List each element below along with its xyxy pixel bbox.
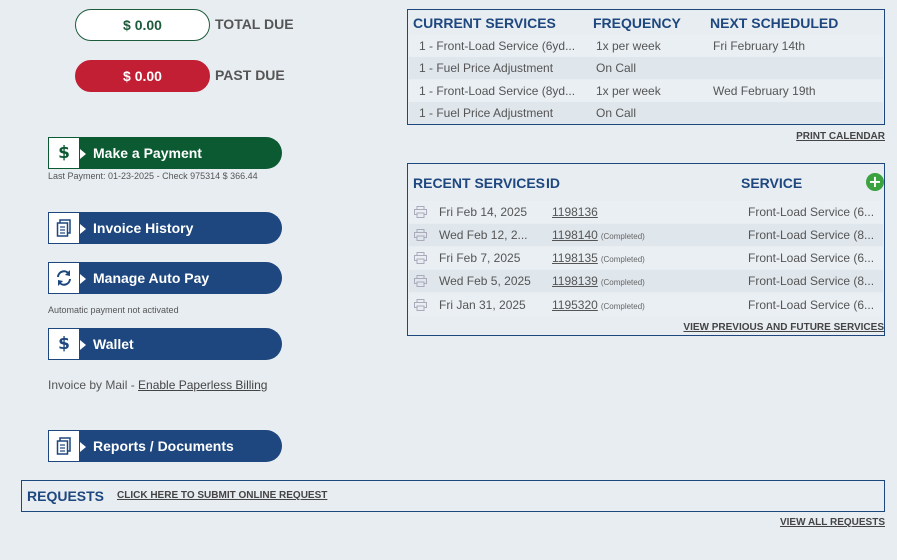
printer-icon[interactable] — [414, 299, 427, 314]
service-id-link[interactable]: 1198139 — [552, 274, 598, 288]
service-id-link[interactable]: 1198140 — [552, 228, 598, 242]
submit-request-link[interactable]: CLICK HERE TO SUBMIT ONLINE REQUEST — [117, 490, 327, 501]
service-id-link[interactable]: 1195320 — [552, 298, 598, 312]
service-frequency: 1x per week — [596, 84, 661, 98]
service-frequency: 1x per week — [596, 39, 661, 53]
service-type: Front-Load Service (8... — [748, 228, 875, 242]
service-id-link[interactable]: 1198136 — [552, 205, 598, 219]
invoice-by-mail-line: Invoice by Mail - Enable Paperless Billi… — [48, 378, 267, 392]
recent-services-header: RECENT SERVICES — [413, 175, 545, 191]
dollar-icon: $ — [48, 328, 86, 360]
service-date: Wed Feb 12, 2... — [439, 228, 528, 242]
table-row: Fri Feb 7, 2025 1198135 (Completed) Front… — [409, 247, 883, 269]
printer-icon[interactable] — [414, 206, 427, 221]
last-payment-note: Last Payment: 01-23-2025 - Check 975314 … — [48, 171, 258, 181]
past-due-label: PAST DUE — [215, 67, 285, 83]
manage-auto-pay-button[interactable]: Manage Auto Pay — [48, 262, 282, 294]
invoice-history-button[interactable]: Invoice History — [48, 212, 282, 244]
service-type: Front-Load Service (6... — [748, 298, 875, 312]
document-icon — [48, 430, 86, 462]
view-all-requests-link[interactable]: VIEW ALL REQUESTS — [780, 517, 885, 528]
auto-pay-note: Automatic payment not activated — [48, 305, 179, 315]
service-header: SERVICE — [741, 175, 803, 191]
id-header: ID — [546, 175, 560, 191]
add-service-button[interactable]: + — [866, 173, 884, 191]
make-payment-button[interactable]: $ Make a Payment — [48, 137, 282, 169]
table-row: 1 - Front-Load Service (8yd... 1x per we… — [409, 80, 883, 102]
service-next: Wed February 19th — [713, 84, 816, 98]
manage-auto-pay-label: Manage Auto Pay — [93, 270, 210, 286]
enable-paperless-link[interactable]: Enable Paperless Billing — [138, 378, 267, 392]
current-services-panel: CURRENT SERVICES FREQUENCY NEXT SCHEDULE… — [407, 9, 885, 125]
requests-bar: REQUESTS CLICK HERE TO SUBMIT ONLINE REQ… — [21, 480, 885, 512]
table-row: Wed Feb 12, 2... 1198140 (Completed) Fron… — [409, 224, 883, 246]
service-date: Wed Feb 5, 2025 — [439, 274, 531, 288]
service-next: Fri February 14th — [713, 39, 806, 53]
wallet-button[interactable]: $ Wallet — [48, 328, 282, 360]
printer-icon[interactable] — [414, 229, 427, 244]
dollar-icon: $ — [48, 137, 86, 169]
table-row: 1 - Fuel Price Adjustment On Call — [409, 57, 883, 79]
service-status: (Completed) — [600, 302, 645, 311]
service-type: Front-Load Service (6... — [748, 205, 875, 219]
wallet-label: Wallet — [93, 336, 134, 352]
document-icon — [48, 212, 86, 244]
table-row: Wed Feb 5, 2025 1198139 (Completed) Front… — [409, 270, 883, 292]
service-date: Fri Jan 31, 2025 — [439, 298, 526, 312]
service-date: Fri Feb 14, 2025 — [439, 205, 528, 219]
recent-services-panel: RECENT SERVICES ID SERVICE + Fri Feb 14,… — [407, 163, 885, 336]
next-scheduled-header: NEXT SCHEDULED — [710, 15, 839, 31]
total-due-label: TOTAL DUE — [215, 16, 294, 32]
service-name: 1 - Fuel Price Adjustment — [419, 61, 554, 75]
printer-icon[interactable] — [414, 275, 427, 290]
service-frequency: On Call — [596, 106, 637, 120]
service-date: Fri Feb 7, 2025 — [439, 251, 521, 265]
table-row: 1 - Front-Load Service (6yd... 1x per we… — [409, 35, 883, 57]
service-name: 1 - Front-Load Service (6yd... — [419, 39, 576, 53]
current-services-header: CURRENT SERVICES — [413, 15, 556, 31]
print-calendar-link[interactable]: PRINT CALENDAR — [796, 131, 885, 142]
service-status: (Completed) — [600, 255, 645, 264]
past-due-amount: $ 0.00 — [75, 60, 210, 92]
table-row: Fri Feb 14, 2025 1198136 Front-Load Serv… — [409, 201, 883, 223]
requests-title: REQUESTS — [27, 488, 105, 504]
service-name: 1 - Front-Load Service (8yd... — [419, 84, 576, 98]
service-frequency: On Call — [596, 61, 637, 75]
service-name: 1 - Fuel Price Adjustment — [419, 106, 554, 120]
service-status: (Completed) — [600, 278, 645, 287]
service-status: (Completed) — [600, 232, 645, 241]
service-id-link[interactable]: 1198135 — [552, 251, 598, 265]
sync-icon — [48, 262, 86, 294]
reports-documents-button[interactable]: Reports / Documents — [48, 430, 282, 462]
table-row: 1 - Fuel Price Adjustment On Call — [409, 102, 883, 124]
service-type: Front-Load Service (8... — [748, 274, 875, 288]
total-due-amount: $ 0.00 — [75, 9, 210, 41]
invoice-by-mail-text: Invoice by Mail - — [48, 378, 139, 392]
invoice-history-label: Invoice History — [93, 220, 194, 236]
frequency-header: FREQUENCY — [593, 15, 681, 31]
table-row: Fri Jan 31, 2025 1195320 (Completed) Fron… — [409, 294, 883, 316]
make-payment-label: Make a Payment — [93, 145, 202, 161]
service-type: Front-Load Service (6... — [748, 251, 875, 265]
printer-icon[interactable] — [414, 252, 427, 267]
view-previous-future-link[interactable]: VIEW PREVIOUS AND FUTURE SERVICES — [683, 322, 884, 333]
reports-documents-label: Reports / Documents — [93, 438, 234, 454]
